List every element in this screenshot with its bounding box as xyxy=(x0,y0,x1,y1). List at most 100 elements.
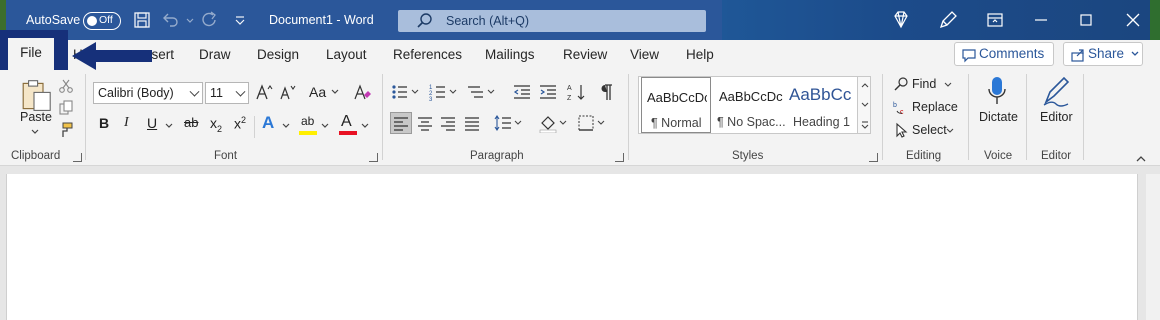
replace-button[interactable]: Replace xyxy=(912,100,958,114)
tab-view[interactable]: View xyxy=(630,40,659,70)
font-launcher-icon[interactable] xyxy=(369,153,378,162)
editor-icon[interactable] xyxy=(1040,74,1072,108)
collapse-ribbon-icon[interactable] xyxy=(1134,152,1148,166)
vertical-scrollbar[interactable] xyxy=(1146,174,1160,320)
chevron-down-icon[interactable] xyxy=(330,88,340,96)
highlight-button[interactable]: ab xyxy=(301,114,314,128)
editor-button[interactable]: Editor xyxy=(1040,110,1073,124)
close-icon[interactable] xyxy=(1121,8,1145,32)
style-heading-1[interactable]: AaBbCc Heading 1 xyxy=(787,77,857,133)
group-separator xyxy=(254,116,255,138)
tab-review[interactable]: Review xyxy=(563,40,607,70)
subscript-button[interactable]: x2 xyxy=(210,115,222,134)
paragraph-launcher-icon[interactable] xyxy=(615,153,624,162)
shading-icon[interactable] xyxy=(538,113,568,133)
subscript-mark: 2 xyxy=(217,123,223,134)
shrink-font-icon[interactable] xyxy=(278,82,298,102)
document-page[interactable] xyxy=(6,174,1138,320)
superscript-button[interactable]: x2 xyxy=(234,115,246,132)
show-formatting-marks-icon[interactable] xyxy=(598,82,614,102)
group-separator xyxy=(1083,74,1084,160)
change-case-label[interactable]: Aa xyxy=(309,84,326,100)
paste-dropdown-icon[interactable] xyxy=(30,128,40,136)
chevron-down-icon[interactable] xyxy=(281,122,291,130)
search-box[interactable]: Search (Alt+Q) xyxy=(398,10,706,32)
microphone-icon[interactable] xyxy=(984,74,1010,108)
copy-icon[interactable] xyxy=(58,100,74,116)
clear-formatting-icon[interactable] xyxy=(352,82,372,102)
dictate-button[interactable]: Dictate xyxy=(979,110,1018,124)
search-icon xyxy=(416,12,434,30)
tab-design[interactable]: Design xyxy=(257,40,299,70)
chevron-down-icon[interactable] xyxy=(164,122,174,130)
italic-button[interactable]: I xyxy=(124,115,129,131)
numbering-icon[interactable]: 123 xyxy=(428,82,458,102)
chevron-down-icon[interactable] xyxy=(943,81,953,89)
tab-draw[interactable]: Draw xyxy=(199,40,231,70)
font-color-button[interactable]: A xyxy=(341,113,352,131)
chevron-down-icon[interactable] xyxy=(945,127,955,135)
share-button[interactable]: Share xyxy=(1063,42,1143,66)
font-color-swatch xyxy=(339,131,357,135)
justify-icon[interactable] xyxy=(462,113,482,133)
premium-icon[interactable] xyxy=(889,8,913,32)
align-right-icon[interactable] xyxy=(438,113,458,133)
tab-layout[interactable]: Layout xyxy=(326,40,367,70)
align-left-icon[interactable] xyxy=(390,112,412,134)
bullets-icon[interactable] xyxy=(390,82,420,102)
redo-icon[interactable] xyxy=(200,10,220,30)
svg-text:Z: Z xyxy=(567,95,572,102)
increase-indent-icon[interactable] xyxy=(538,82,558,102)
cut-icon[interactable] xyxy=(58,78,74,94)
save-icon[interactable] xyxy=(132,10,152,30)
more-styles-icon[interactable] xyxy=(860,120,870,130)
ribbon-display-icon[interactable] xyxy=(983,8,1007,32)
font-size-combo[interactable]: 11 xyxy=(205,82,249,104)
style-sample: AaBbCcDc xyxy=(719,89,783,104)
find-icon xyxy=(893,76,909,92)
sort-icon[interactable]: AZ xyxy=(566,82,588,102)
clipboard-group-label: Clipboard xyxy=(11,150,61,162)
format-painter-icon[interactable] xyxy=(58,122,74,138)
strikethrough-button[interactable]: ab xyxy=(184,115,198,130)
underline-button[interactable]: U xyxy=(147,115,157,131)
chevron-up-icon[interactable] xyxy=(860,81,870,89)
autosave-toggle[interactable]: Off xyxy=(83,12,121,30)
font-name-combo[interactable]: Calibri (Body) xyxy=(93,82,203,104)
ribbon: Paste Clipboard Calibri (Body) 11 Aa B I… xyxy=(0,70,1160,166)
minimize-icon[interactable] xyxy=(1029,8,1053,32)
align-center-icon[interactable] xyxy=(415,113,435,133)
style-normal[interactable]: AaBbCcDc ¶ Normal xyxy=(641,77,711,133)
comments-button[interactable]: Comments xyxy=(954,42,1054,66)
chevron-down-icon[interactable] xyxy=(360,122,370,130)
bold-button[interactable]: B xyxy=(99,115,109,131)
tab-mailings[interactable]: Mailings xyxy=(485,40,535,70)
line-spacing-icon[interactable] xyxy=(493,113,523,133)
grow-font-icon[interactable] xyxy=(254,82,274,102)
find-button[interactable]: Find xyxy=(912,77,936,91)
tab-file[interactable]: File xyxy=(8,38,54,74)
toggle-knob xyxy=(87,15,97,26)
decrease-indent-icon[interactable] xyxy=(512,82,532,102)
subscript-base: x xyxy=(210,115,217,131)
chevron-down-icon[interactable] xyxy=(860,101,870,109)
paste-icon[interactable] xyxy=(14,78,54,114)
chevron-down-icon[interactable] xyxy=(320,122,330,130)
customize-toolbar-icon[interactable] xyxy=(230,10,246,30)
font-name-value: Calibri (Body) xyxy=(98,86,174,100)
style-no-spacing[interactable]: AaBbCcDc ¶ No Spac... xyxy=(713,77,786,133)
multilevel-list-icon[interactable] xyxy=(466,82,496,102)
maximize-icon[interactable] xyxy=(1074,8,1098,32)
undo-icon[interactable] xyxy=(160,10,180,30)
tab-references[interactable]: References xyxy=(393,40,462,70)
tab-help[interactable]: Help xyxy=(686,40,714,70)
clipboard-launcher-icon[interactable] xyxy=(73,153,82,162)
borders-icon[interactable] xyxy=(576,113,606,133)
ribbon-tabs: H nsert Draw Design Layout References Ma… xyxy=(0,40,1160,70)
text-effects-button[interactable]: A xyxy=(262,113,274,133)
group-separator xyxy=(382,74,383,160)
styles-launcher-icon[interactable] xyxy=(869,153,878,162)
undo-dropdown-icon[interactable] xyxy=(180,10,194,30)
pen-icon[interactable] xyxy=(936,8,960,32)
select-button[interactable]: Select xyxy=(912,123,947,137)
